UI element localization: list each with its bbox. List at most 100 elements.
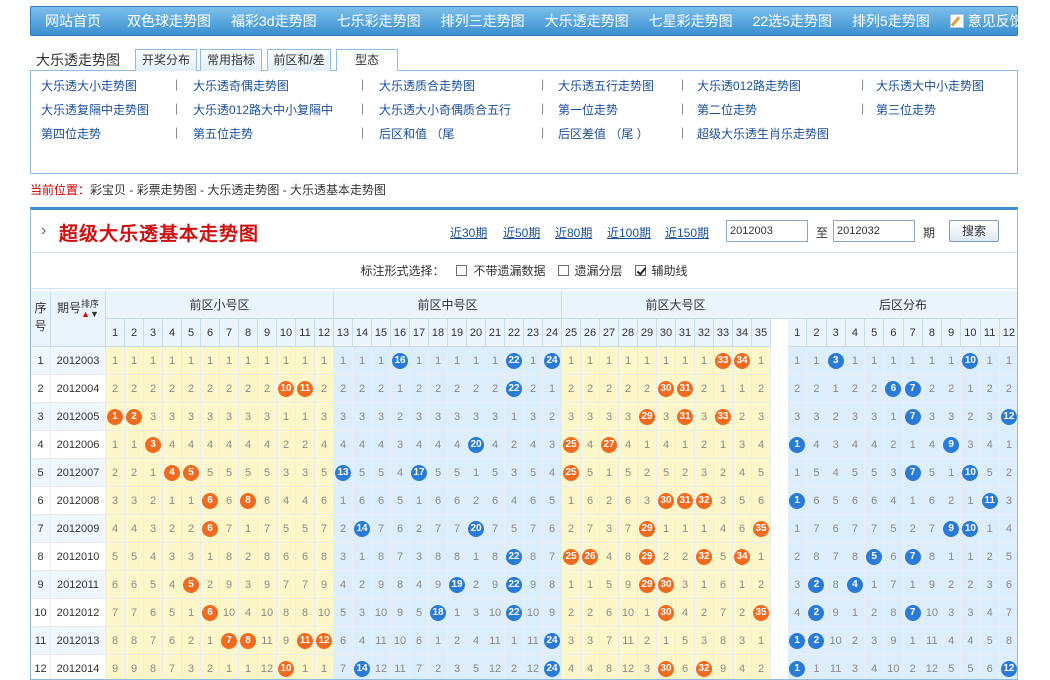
- link-separator: |: [861, 101, 865, 115]
- period-link[interactable]: 近150期: [665, 224, 709, 241]
- number-header: 35: [752, 319, 771, 347]
- nav-item[interactable]: 22选5走势图: [743, 11, 842, 31]
- period-link[interactable]: 近100期: [607, 224, 651, 241]
- table-row: 5 2012007 2 2 1 4 5 5 5 5 5 3 3 5 13 5 5 4 17 5 5 1 5 3 5 4 25 5 1 5 2…: [31, 459, 1017, 487]
- number-cell: 1: [429, 627, 448, 655]
- number-cell: 3: [942, 403, 962, 431]
- option-label: 辅助线: [651, 264, 688, 278]
- number-cell: 25: [562, 431, 581, 459]
- trend-link[interactable]: 大乐透012路走势图: [697, 77, 801, 94]
- period-link[interactable]: 近80期: [555, 224, 592, 241]
- number-cell: 8: [391, 571, 410, 599]
- number-cell: 6: [372, 487, 391, 515]
- trend-link[interactable]: 大乐透质合走势图: [379, 77, 475, 94]
- option-checkbox[interactable]: [634, 265, 646, 276]
- drawn-number-ball: 22: [506, 577, 522, 594]
- number-cell: 1: [788, 347, 808, 375]
- trend-link[interactable]: 大乐透五行走势图: [558, 77, 654, 94]
- number-cell: 2: [695, 375, 714, 403]
- tab-item[interactable]: 常用指标: [200, 49, 262, 71]
- trend-link[interactable]: 后区差值 （尾 ）: [558, 125, 649, 142]
- number-cell: 29: [638, 403, 657, 431]
- number-cell: 1: [807, 655, 827, 679]
- number-header: 30: [657, 319, 676, 347]
- period-from-input[interactable]: [726, 220, 808, 242]
- number-cell: 2: [826, 403, 846, 431]
- trend-link[interactable]: 第三位走势: [876, 101, 936, 118]
- trend-link[interactable]: 第四位走势: [41, 125, 101, 142]
- number-cell: 35: [752, 515, 771, 543]
- number-cell: 3: [182, 543, 201, 571]
- number-cell: 1: [125, 347, 144, 375]
- number-cell: 13: [334, 459, 353, 487]
- nav-item[interactable]: 大乐透走势图: [535, 11, 639, 31]
- number-cell: 34: [733, 543, 752, 571]
- row-issue: 2012013: [51, 627, 106, 655]
- sort-control[interactable]: 排序 ▲▼: [81, 299, 99, 319]
- number-cell: 11: [524, 627, 543, 655]
- number-header: 3: [826, 319, 846, 347]
- tab-item[interactable]: 型态: [336, 49, 398, 72]
- trend-link[interactable]: 大乐透012路大中小复隔中: [193, 101, 333, 118]
- nav-item[interactable]: 网站首页: [31, 11, 117, 31]
- option-checkbox[interactable]: [557, 265, 569, 276]
- trend-link[interactable]: 大乐透大中小走势图: [876, 77, 984, 94]
- period-to-input[interactable]: [833, 220, 915, 242]
- number-cell: 5: [391, 487, 410, 515]
- number-cell: 6: [524, 487, 543, 515]
- number-cell: 1: [961, 375, 981, 403]
- number-cell: 11: [296, 375, 315, 403]
- number-cell: 8: [714, 627, 733, 655]
- trend-link[interactable]: 第二位走势: [697, 101, 757, 118]
- number-cell: 3: [448, 655, 467, 679]
- option-checkbox[interactable]: [456, 265, 468, 276]
- trend-link[interactable]: 大乐透大小走势图: [41, 77, 137, 94]
- number-cell: 3: [980, 403, 1000, 431]
- tab-item[interactable]: 前区和/差: [267, 49, 331, 71]
- number-cell: 3: [807, 403, 827, 431]
- number-cell: 2: [410, 515, 429, 543]
- period-link[interactable]: 近30期: [450, 224, 487, 241]
- number-header: 25: [562, 319, 581, 347]
- nav-item[interactable]: 七星彩走势图: [639, 11, 743, 31]
- number-cell: 3: [845, 403, 865, 431]
- number-cell: 1: [752, 347, 771, 375]
- nav-item[interactable]: 双色球走势图: [117, 11, 221, 31]
- number-cell: 7: [903, 599, 923, 627]
- number-cell: 7: [144, 627, 163, 655]
- number-cell: 1: [788, 627, 808, 655]
- nav-item[interactable]: 福彩3d走势图: [221, 11, 327, 31]
- trend-link[interactable]: 第五位走势: [193, 125, 253, 142]
- number-cell: 2: [657, 543, 676, 571]
- number-cell: 2: [581, 599, 600, 627]
- drawn-number-ball: 12: [1000, 661, 1017, 678]
- feedback-icon: [949, 14, 964, 28]
- trend-link[interactable]: 超级大乐透生肖乐走势图: [697, 125, 829, 142]
- period-link[interactable]: 近50期: [503, 224, 540, 241]
- number-cell: 2: [752, 375, 771, 403]
- search-button[interactable]: 搜索: [949, 220, 999, 242]
- number-cell: 2: [277, 431, 296, 459]
- trend-link[interactable]: 大乐透复隔中走势图: [41, 101, 149, 118]
- number-cell: 5: [144, 571, 163, 599]
- tab-item[interactable]: 开奖分布: [135, 49, 197, 71]
- number-cell: 2: [163, 375, 182, 403]
- trend-link[interactable]: 大乐透奇偶走势图: [193, 77, 289, 94]
- trend-link[interactable]: 大乐透大小奇偶质合五行: [379, 101, 511, 118]
- nav-item[interactable]: 排列三走势图: [431, 11, 535, 31]
- nav-item[interactable]: 排列5走势图: [842, 11, 940, 31]
- nav-item[interactable]: 七乐彩走势图: [327, 11, 431, 31]
- drawn-number-ball: 31: [677, 409, 693, 426]
- number-cell: 30: [657, 571, 676, 599]
- zone-header: 前区大号区: [562, 291, 790, 319]
- number-cell: 8: [239, 627, 258, 655]
- trend-link[interactable]: 后区和值 （尾: [379, 125, 454, 142]
- trend-link[interactable]: 第一位走势: [558, 101, 618, 118]
- number-cell: 1: [410, 487, 429, 515]
- drawn-number-ball: 9: [943, 437, 960, 454]
- number-cell: 6: [201, 487, 220, 515]
- chevron-right-icon: ›: [41, 222, 47, 239]
- number-cell: 5: [182, 571, 201, 599]
- feedback-link[interactable]: 意见反馈: [940, 11, 1036, 31]
- number-cell: 2: [600, 487, 619, 515]
